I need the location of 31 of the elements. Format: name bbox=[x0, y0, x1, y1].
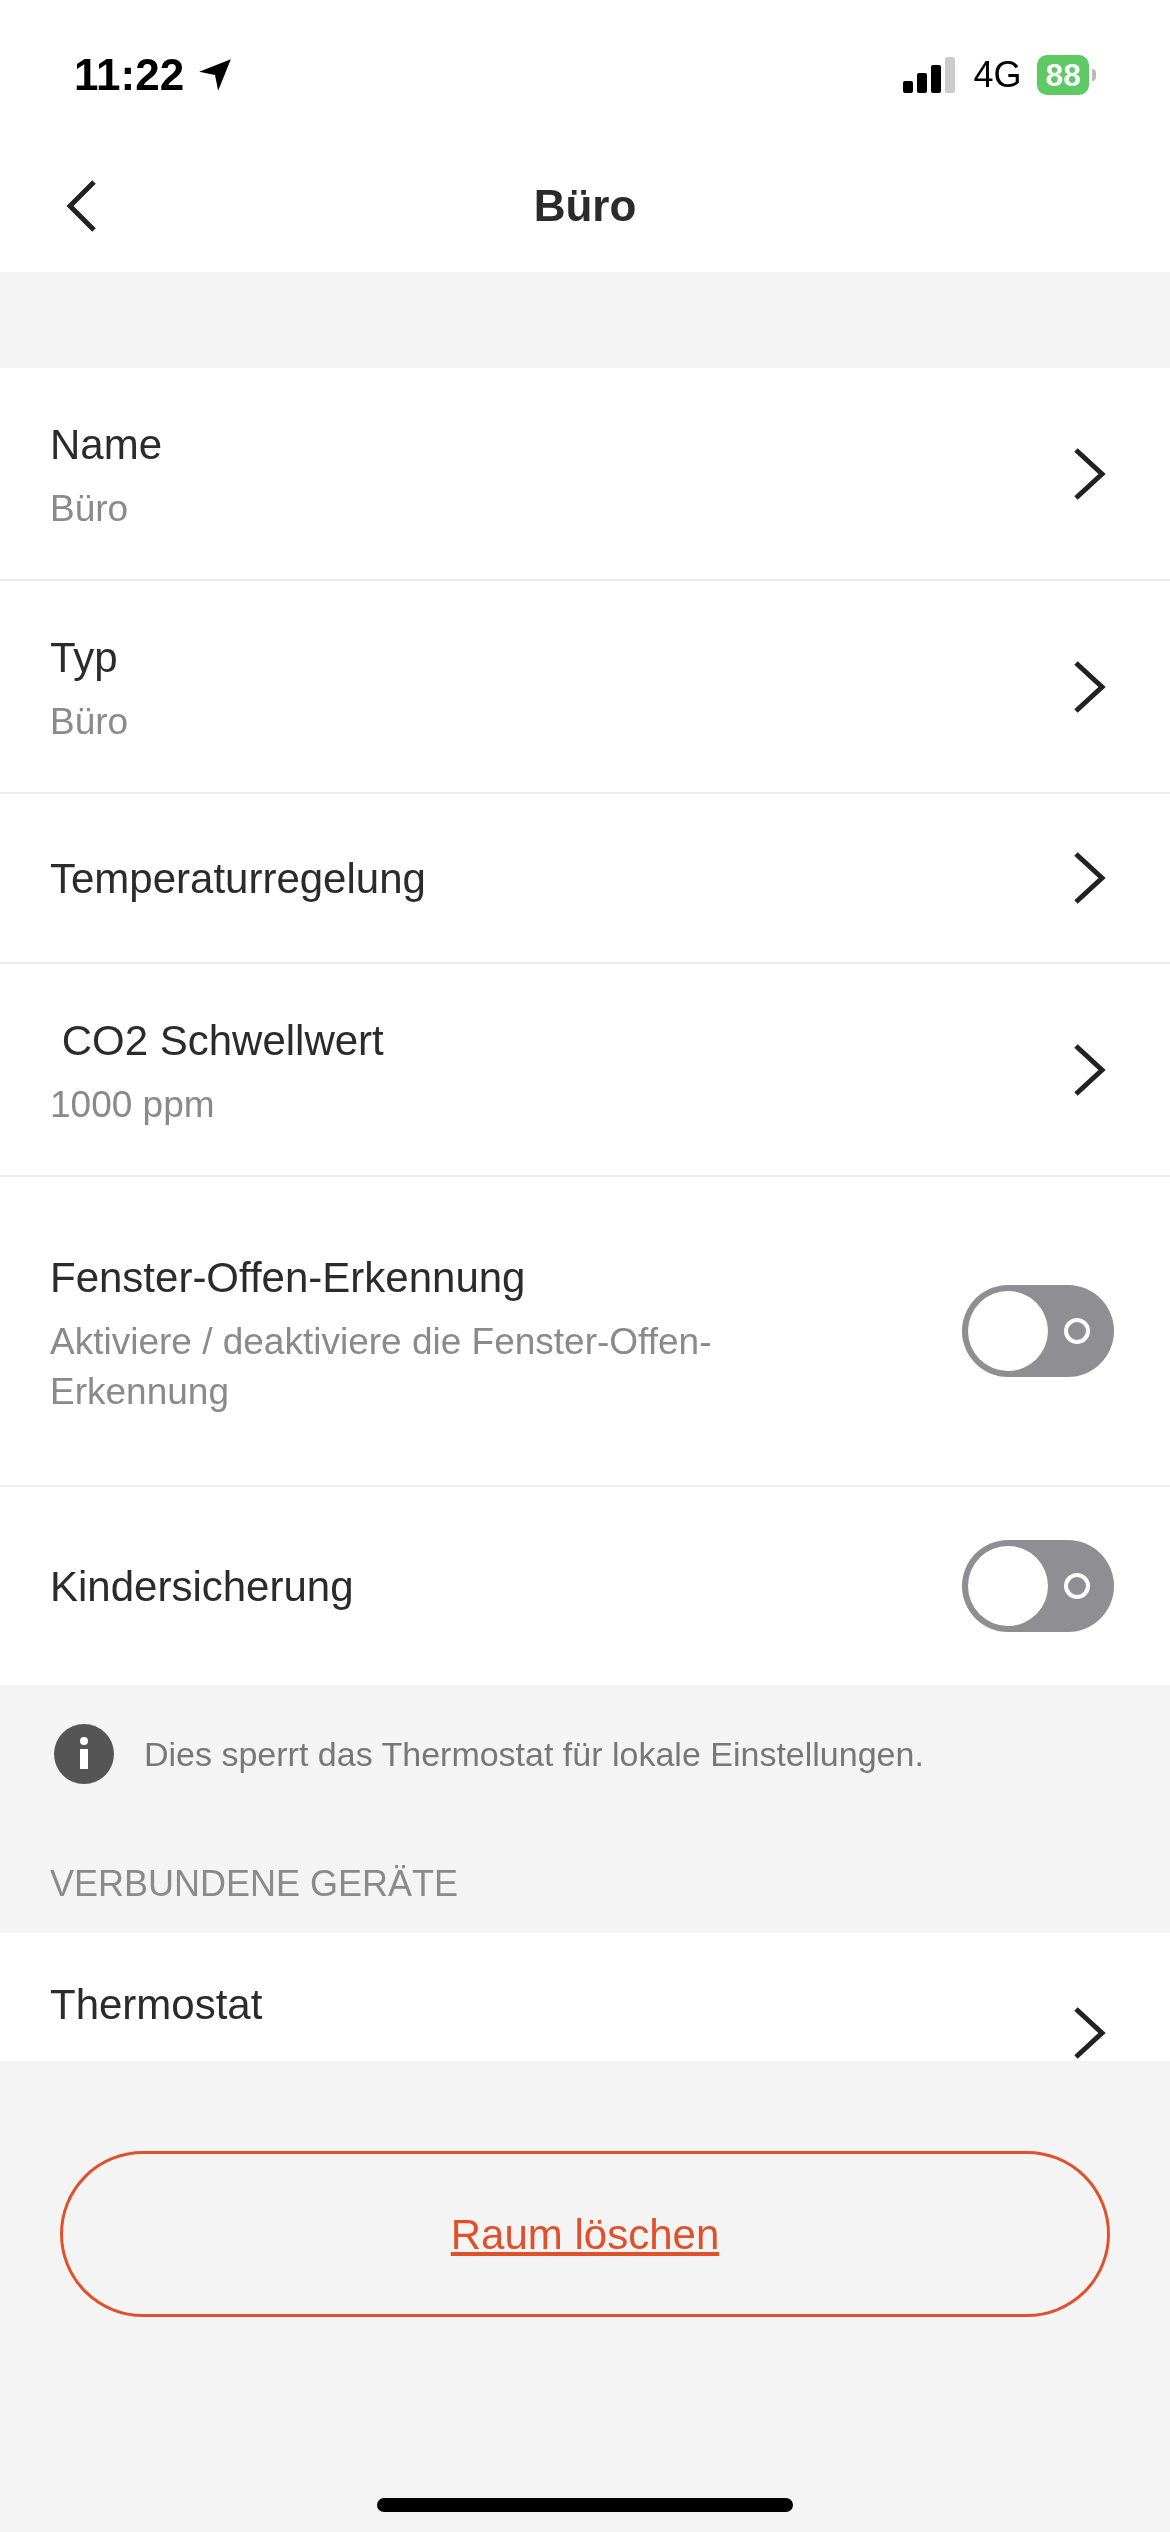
setting-row[interactable]: Typ Büro bbox=[0, 581, 1170, 794]
device-title: Thermostat bbox=[50, 1980, 263, 2030]
signal-icon bbox=[903, 57, 958, 93]
delete-room-button[interactable]: Raum löschen bbox=[60, 2151, 1110, 2317]
setting-row[interactable]: Name Büro bbox=[0, 368, 1170, 581]
network-label: 4G bbox=[973, 53, 1022, 97]
setting-row[interactable]: Temperaturregelung bbox=[0, 794, 1170, 964]
setting-value: 1000 ppm bbox=[50, 1083, 216, 1127]
setting-title: Name bbox=[50, 420, 164, 470]
info-icon bbox=[54, 1724, 114, 1784]
setting-title: Fenster-Offen-Erkennung bbox=[50, 1252, 527, 1303]
back-icon[interactable] bbox=[64, 178, 98, 234]
setting-row[interactable]: CO2 Schwellwert 1000 ppm bbox=[0, 964, 1170, 1177]
status-time: 11:22 bbox=[74, 49, 185, 101]
setting-value: Aktiviere / deaktiviere die Fenster-Offen-Erkennung bbox=[50, 1319, 713, 1414]
setting-value: Büro bbox=[50, 700, 130, 744]
chevron-right-icon bbox=[1072, 850, 1106, 906]
info-text: Dies sperrt das Thermostat für lokale Einstellungen. bbox=[144, 1733, 924, 1775]
setting-title: Typ bbox=[50, 633, 119, 683]
chevron-right-icon bbox=[1072, 1041, 1106, 1098]
setting-title: Temperaturregelung bbox=[50, 853, 427, 904]
chevron-right-icon bbox=[1072, 2005, 1106, 2061]
device-row[interactable]: Thermostat bbox=[0, 1933, 1170, 2061]
setting-value: Büro bbox=[50, 487, 130, 531]
setting-title: CO2 Schwellwert bbox=[60, 1016, 385, 1066]
section-header: VERBUNDENE GERÄTE bbox=[50, 1862, 459, 1906]
chevron-right-icon bbox=[1072, 658, 1106, 715]
chevron-right-icon bbox=[1072, 445, 1106, 502]
battery-indicator: 88 bbox=[1037, 55, 1096, 95]
page-title: Büro bbox=[533, 180, 637, 232]
setting-title: Kindersicherung bbox=[50, 1561, 355, 1612]
